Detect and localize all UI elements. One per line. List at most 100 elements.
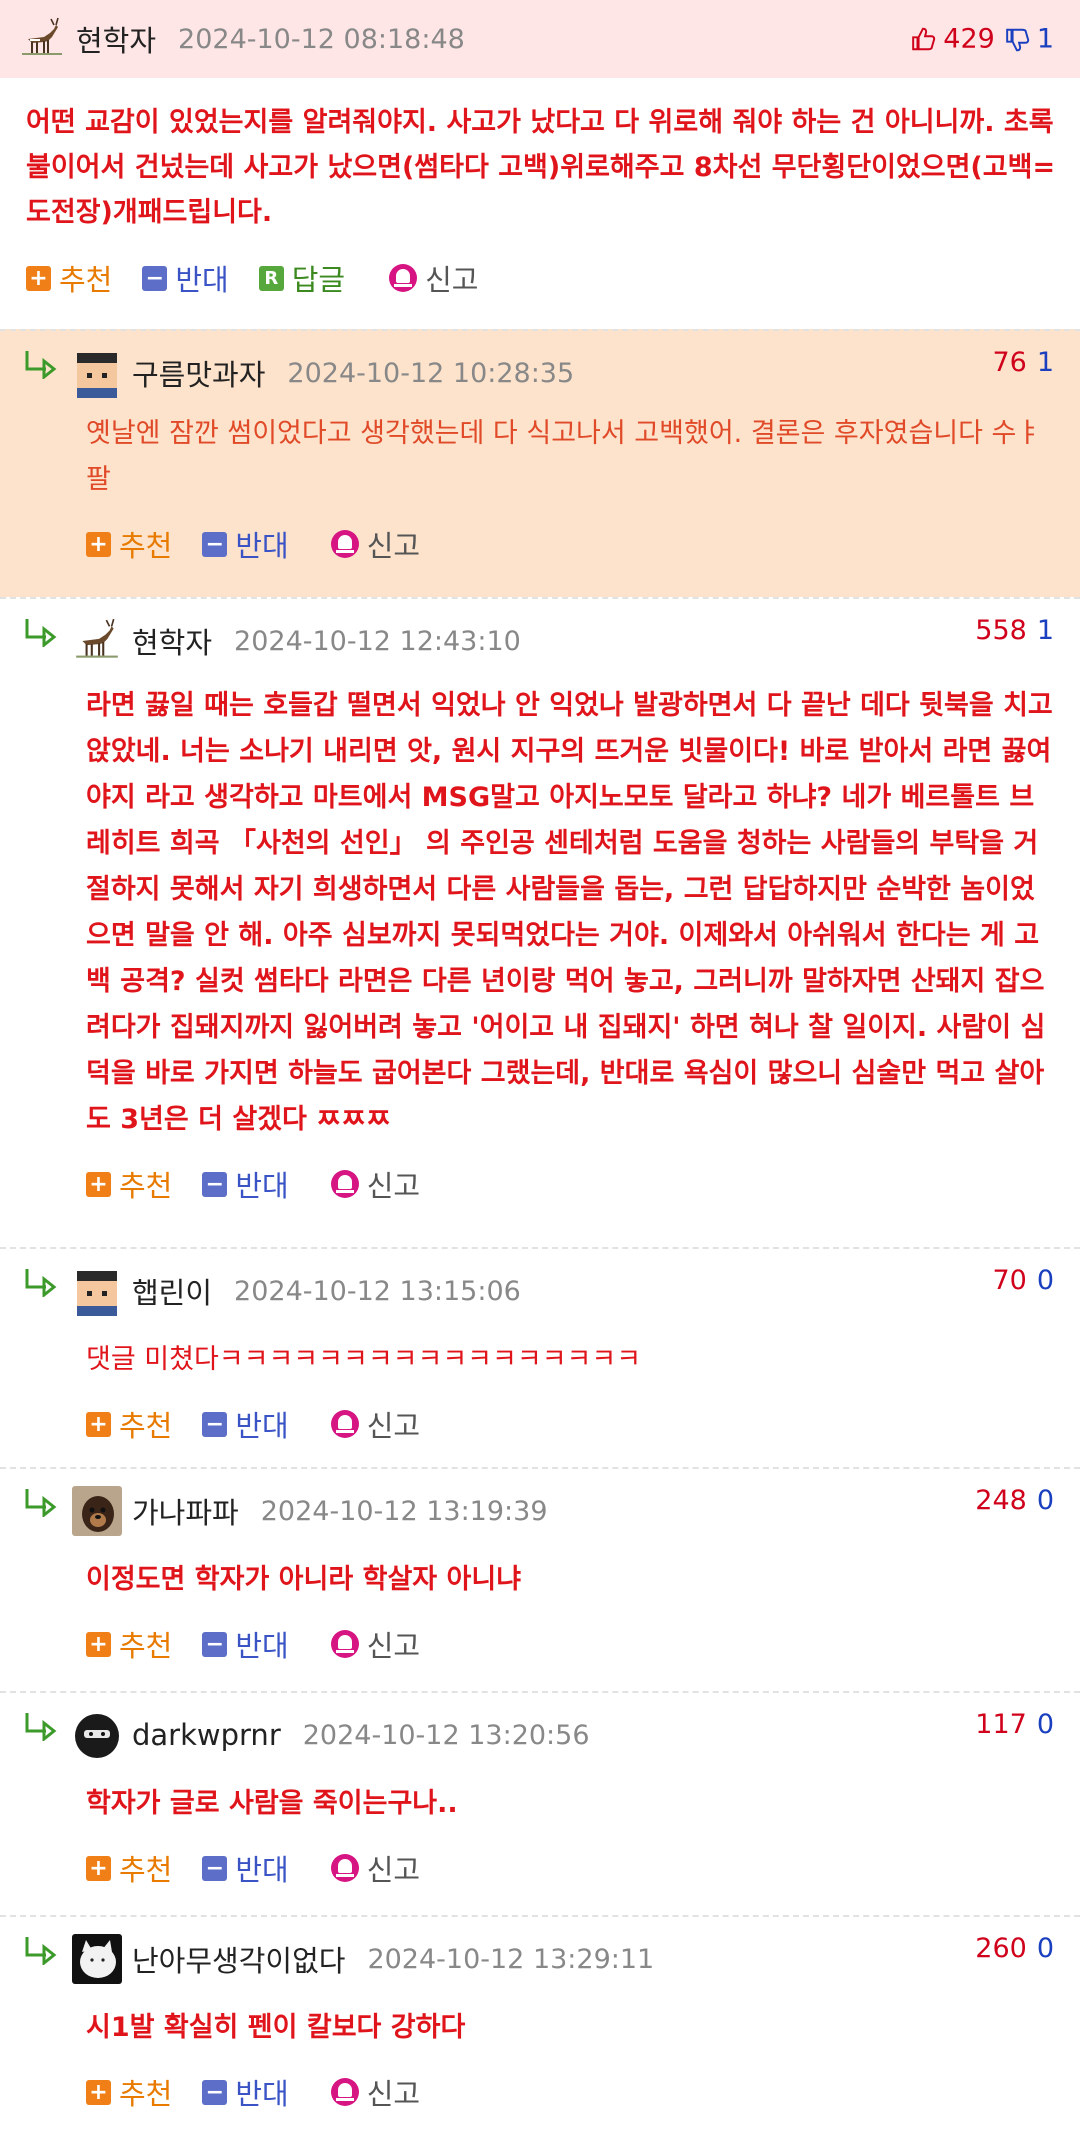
masked-avatar-icon [72,1710,122,1760]
minus-icon: − [202,1855,228,1881]
siren-icon [330,1170,359,1198]
reply-body: 학자가 글로 사람을 죽이는구나.. [86,1788,458,1819]
report-button[interactable]: 신고 [330,2071,420,2113]
oppose-button[interactable]: − 반대 [202,1623,289,1665]
thumbs-down-icon[interactable] [1005,26,1031,52]
reply-downvote-count: 1 [1036,347,1054,378]
reply-item: 햅린이 2024-10-12 13:15:06 70 0 댓글 미쳤다ㅋㅋㅋㅋㅋ… [0,1247,1080,1467]
reply-arrow-icon [25,1713,57,1741]
reply-downvote-count: 0 [1036,1265,1054,1296]
reply-button[interactable]: R 답글 [258,257,345,299]
reply-actions: + 추천 − 반대 신고 [0,511,1080,577]
reply-timestamp: 2024-10-12 13:29:11 [367,1943,655,1975]
report-button[interactable]: 신고 [389,257,479,299]
main-votes: 429 1 [911,24,1054,55]
main-author-nick[interactable]: 현학자 [76,18,156,60]
main-downvote-count: 1 [1036,23,1054,55]
oppose-button[interactable]: − 반대 [142,257,229,299]
minus-icon: − [202,2079,228,2105]
reply-header: 구름맛과자 2024-10-12 10:28:35 [0,331,1080,401]
recommend-button[interactable]: + 추천 [86,1847,172,1889]
reply-author-nick[interactable]: 구름맛과자 [132,352,265,394]
reply-arrow-icon [25,619,57,647]
deer-avatar-icon [72,616,122,666]
reply-upvote-count: 76 [992,347,1027,378]
reply-actions: + 추천 − 반대 신고 [0,1391,1080,1457]
reply-author-nick[interactable]: 햅린이 [132,1270,212,1312]
reply-header: 햅린이 2024-10-12 13:15:06 [0,1249,1080,1319]
siren-icon [389,264,418,292]
report-button[interactable]: 신고 [330,1623,420,1665]
minus-icon: − [202,1411,228,1437]
reply-author-nick[interactable]: 난아무생각이없다 [132,1938,345,1980]
reply-author-nick[interactable]: darkwprnr [132,1718,281,1752]
report-button[interactable]: 신고 [330,523,420,565]
reply-body: 댓글 미쳤다ㅋㅋㅋㅋㅋㅋㅋㅋㅋㅋㅋㅋㅋㅋㅋㅋㅋ [86,1344,642,1375]
reply-votes: 117 0 [975,1709,1054,1740]
reply-timestamp: 2024-10-12 13:19:39 [260,1495,548,1527]
siren-icon [330,1410,359,1438]
reply-actions: + 추천 − 반대 신고 [0,1611,1080,1677]
report-button[interactable]: 신고 [330,1403,420,1445]
reply-upvote-count: 117 [975,1709,1027,1740]
reply-upvote-count: 260 [975,1933,1027,1964]
oppose-button[interactable]: − 반대 [202,1163,289,1205]
report-button[interactable]: 신고 [330,1847,420,1889]
minus-icon: − [202,1631,228,1657]
reply-actions: + 추천 − 반대 신고 [0,2059,1080,2125]
oppose-button[interactable]: − 반대 [202,1847,289,1889]
recommend-button[interactable]: + 추천 [86,523,172,565]
oppose-button[interactable]: − 반대 [202,1403,289,1445]
reply-item: 구름맛과자 2024-10-12 10:28:35 76 1 옛날엔 잠깐 썸이… [0,329,1080,597]
avatar [72,348,122,398]
thumbs-up-icon[interactable] [911,26,937,52]
plus-icon: + [86,1411,111,1437]
recommend-button[interactable]: + 추천 [86,1163,172,1205]
reply-arrow-icon [25,1269,57,1297]
reply-r-icon: R [258,265,284,291]
minus-icon: − [202,531,228,557]
reply-votes: 70 0 [992,1265,1054,1296]
reply-actions: + 추천 − 반대 신고 [0,1835,1080,1901]
main-actions: + 추천 − 반대 R 답글 신고 [0,245,1080,311]
reply-downvote-count: 0 [1036,1933,1054,1964]
plus-icon: + [26,265,51,291]
siren-icon [330,1854,359,1882]
reply-timestamp: 2024-10-12 13:15:06 [234,1275,521,1307]
avatar [72,1266,122,1316]
reply-arrow-icon [25,1937,57,1965]
main-timestamp: 2024-10-12 08:18:48 [178,23,465,55]
reply-upvote-count: 558 [975,615,1027,646]
reply-item: 가나파파 2024-10-12 13:19:39 248 0 이정도면 학자가 … [0,1467,1080,1691]
reply-actions: + 추천 − 반대 신고 [0,1151,1080,1217]
report-button[interactable]: 신고 [330,1163,420,1205]
plus-icon: + [86,1855,111,1881]
main-comment-header: 현학자 2024-10-12 08:18:48 429 1 [0,0,1080,78]
reply-item: 현학자 2024-10-12 12:43:10 558 1 라면 끓일 때는 호… [0,597,1080,1247]
reply-author-nick[interactable]: 가나파파 [132,1490,239,1532]
reply-votes: 260 0 [975,1933,1054,1964]
siren-icon [330,2078,359,2106]
cat-avatar-icon [72,1934,122,1984]
reply-downvote-count: 1 [1036,615,1054,646]
recommend-button[interactable]: + 추천 [26,257,112,299]
deer-avatar-icon [18,15,66,63]
plus-icon: + [86,531,111,557]
oppose-button[interactable]: − 반대 [202,2071,289,2113]
reply-body: 라면 끓일 때는 호들갑 떨면서 익었나 안 익었나 발광하면서 다 끝난 데다… [86,690,1053,1135]
reply-timestamp: 2024-10-12 12:43:10 [234,625,521,657]
reply-upvote-count: 70 [992,1265,1027,1296]
recommend-button[interactable]: + 추천 [86,2071,172,2113]
reply-downvote-count: 0 [1036,1709,1054,1740]
reply-author-nick[interactable]: 현학자 [132,620,212,662]
recommend-button[interactable]: + 추천 [86,1623,172,1665]
recommend-button[interactable]: + 추천 [86,1403,172,1445]
oppose-button[interactable]: − 반대 [202,523,289,565]
reply-body: 이정도면 학자가 아니라 학살자 아니냐 [86,1564,522,1595]
siren-icon [330,1630,359,1658]
reply-arrow-icon [25,1489,57,1517]
main-comment-body: 어떤 교감이 있었는지를 알려줘야지. 사고가 났다고 다 위로해 줘야 하는 … [26,107,1056,228]
reply-item: 난아무생각이없다 2024-10-12 13:29:11 260 0 시1발 확… [0,1915,1080,2137]
reply-arrow-icon [25,351,57,379]
reply-header: 가나파파 2024-10-12 13:19:39 [0,1469,1080,1539]
